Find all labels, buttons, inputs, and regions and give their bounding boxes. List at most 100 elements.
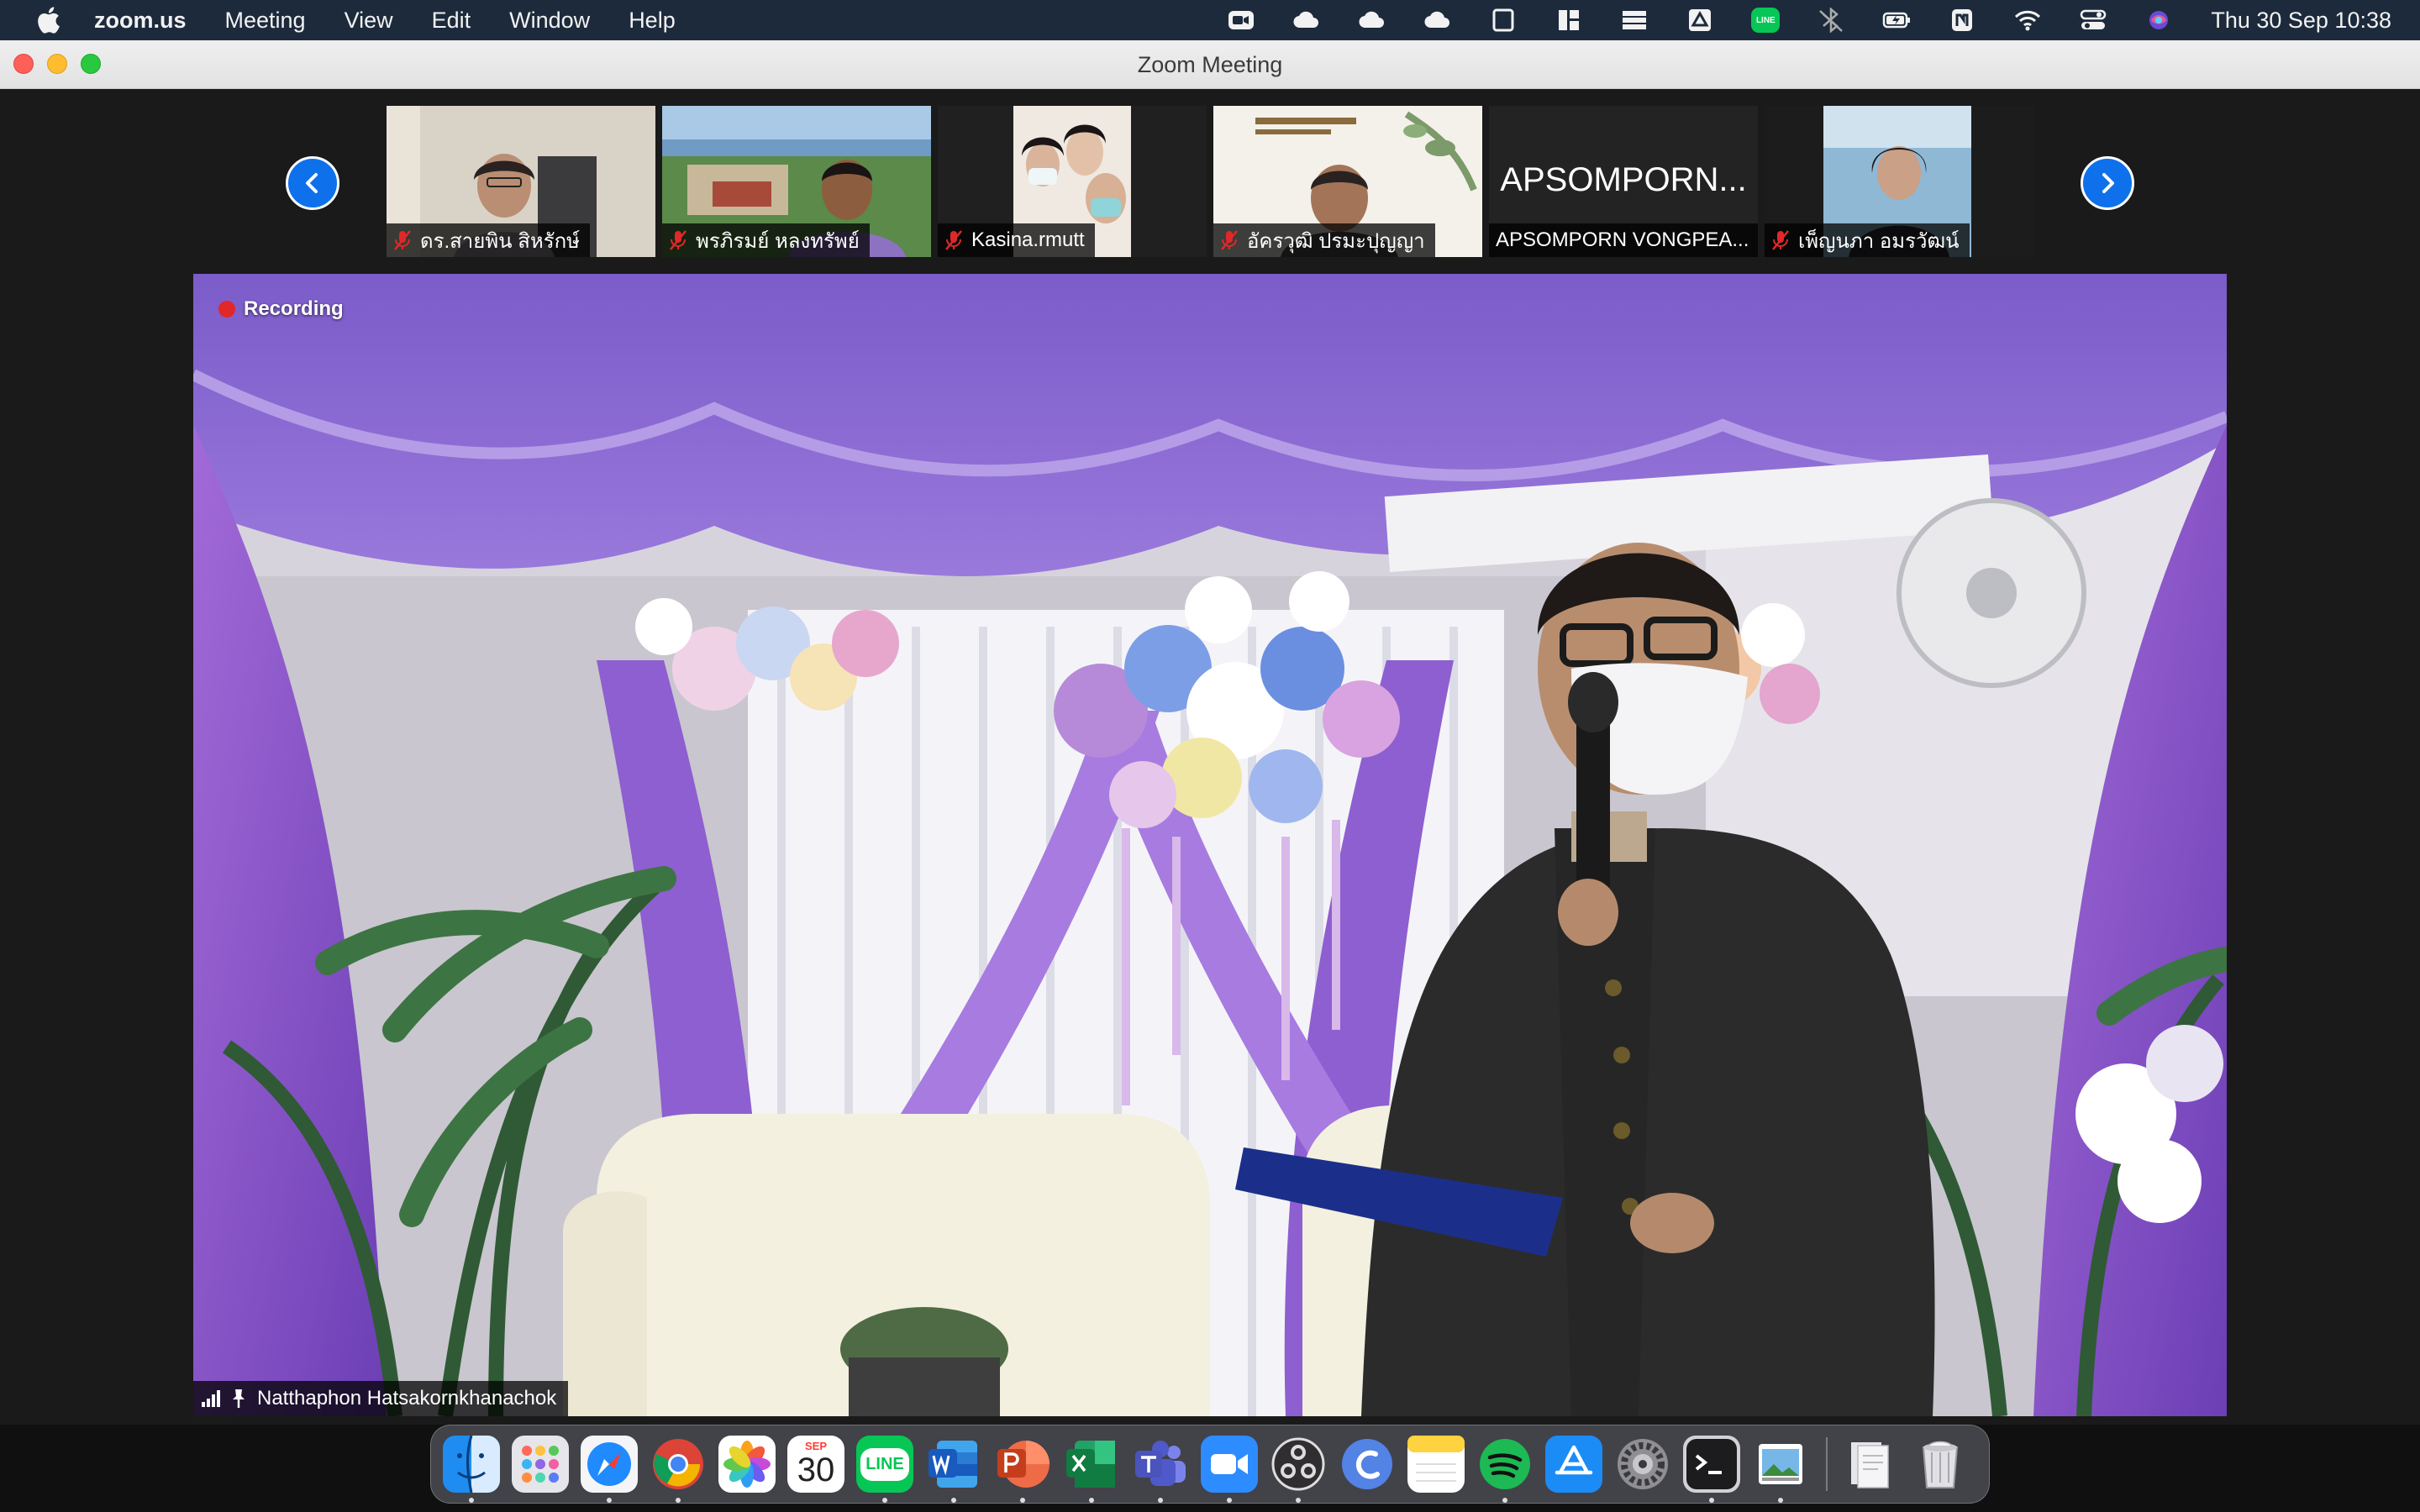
participant-label: พรภิรมย์ หลงทรัพย์ <box>662 223 870 257</box>
cloud-icon[interactable] <box>1423 7 1453 34</box>
dock-teams[interactable] <box>1132 1436 1189 1503</box>
dock-powerpoint[interactable] <box>994 1436 1051 1503</box>
window-titlebar: Zoom Meeting <box>0 40 2420 89</box>
window-icon[interactable] <box>1488 7 1518 34</box>
participant-name: อัครวุฒิ ปรมะปุญญา <box>1247 229 1425 253</box>
dock-launchpad[interactable] <box>512 1436 569 1493</box>
participant-tile[interactable]: อัครวุฒิ ปรมะปุญญา <box>1213 106 1482 257</box>
cloud-icon[interactable] <box>1292 7 1322 34</box>
recording-dot-icon <box>218 301 235 318</box>
chevron-left-icon <box>306 173 318 193</box>
participant-label: Kasina.rmutt <box>938 223 1095 257</box>
window-title: Zoom Meeting <box>1137 52 1283 77</box>
wifi-icon[interactable] <box>2012 7 2043 34</box>
dock-photos[interactable] <box>718 1436 776 1493</box>
dock-canva[interactable] <box>1339 1436 1396 1493</box>
pin-icon <box>233 1389 245 1408</box>
spotify-icon <box>1480 1439 1530 1489</box>
layout-grid-icon[interactable] <box>1554 7 1584 34</box>
recording-indicator[interactable]: Recording <box>218 297 344 321</box>
dock-line[interactable]: LINE <box>856 1436 913 1503</box>
menu-app-zoom[interactable]: zoom.us <box>94 8 187 34</box>
apple-icon[interactable] <box>35 6 60 34</box>
menu-meeting[interactable]: Meeting <box>225 8 306 34</box>
mic-muted-icon <box>1221 230 1238 250</box>
dock-terminal[interactable] <box>1683 1436 1740 1503</box>
participant-label: APSOMPORN VONGPEA... <box>1489 223 1758 257</box>
speaker-video-frame <box>193 274 2227 1416</box>
zoom-icon <box>1201 1436 1258 1493</box>
dock-chrome[interactable] <box>650 1436 707 1503</box>
meeting-content: ดร.สายพิน สิหรักษ์ พรภิรมย์ หลงทรัพย์ Ka… <box>0 89 2420 1425</box>
prev-page-button[interactable] <box>286 156 339 210</box>
bluetooth-off-icon[interactable] <box>1816 7 1846 34</box>
dock-notes[interactable] <box>1407 1436 1465 1493</box>
dock-downloads-stack[interactable] <box>1843 1436 1900 1493</box>
dock-word[interactable] <box>925 1436 982 1503</box>
participant-label: อัครวุฒิ ปรมะปุญญา <box>1213 223 1435 257</box>
app-store-icon <box>1545 1436 1602 1493</box>
dock: SEP 30 LINE <box>430 1425 1990 1504</box>
chevron-right-icon <box>2102 173 2114 193</box>
participant-name: เพ็ญนภา อมรวัฒน์ <box>1798 229 1960 253</box>
participant-tile[interactable]: Kasina.rmutt <box>938 106 1207 257</box>
participant-tile[interactable]: พรภิรมย์ หลงทรัพย์ <box>662 106 931 257</box>
participant-name: Kasina.rmutt <box>971 228 1085 251</box>
calendar-month: SEP <box>804 1440 827 1452</box>
menu-window[interactable]: Window <box>509 8 590 34</box>
dock-finder[interactable] <box>443 1436 500 1503</box>
drive-icon[interactable] <box>1685 7 1715 34</box>
app-n-icon[interactable] <box>1947 7 1977 34</box>
next-page-button[interactable] <box>2081 156 2134 210</box>
menu-bar: zoom.us Meeting View Edit Window Help LI… <box>0 0 2420 40</box>
dock-zoom[interactable] <box>1201 1436 1258 1503</box>
zoom-status-icon[interactable] <box>1226 7 1256 34</box>
participant-label: เพ็ญนภา อมรวัฒน์ <box>1765 223 1970 257</box>
dock-obs[interactable] <box>1270 1436 1327 1503</box>
dock-excel[interactable] <box>1063 1436 1120 1503</box>
dock-calendar[interactable]: SEP 30 <box>787 1436 844 1493</box>
participant-tile[interactable]: เพ็ญนภา อมรวัฒน์ <box>1765 106 2033 257</box>
mic-muted-icon <box>670 230 687 250</box>
signal-strength-icon <box>202 1390 220 1407</box>
dock-spotify[interactable] <box>1476 1436 1534 1503</box>
participant-display-name: APSOMPORN... <box>1500 161 1747 198</box>
participant-label: ดร.สายพิน สิหรักษ์ <box>387 223 590 257</box>
siri-icon[interactable] <box>2144 7 2174 34</box>
photos-icon <box>718 1436 776 1493</box>
launchpad-icon <box>512 1436 569 1493</box>
mic-muted-icon <box>1772 230 1789 250</box>
active-speaker-video[interactable]: Recording Natthaphon Hatsakornkhanachok <box>193 274 2227 1416</box>
stack-icon[interactable] <box>1619 7 1649 34</box>
document-stack-icon <box>1851 1442 1889 1488</box>
participant-tile[interactable]: ดร.สายพิน สิหรักษ์ <box>387 106 655 257</box>
cloud-icon[interactable] <box>1357 7 1387 34</box>
menu-edit[interactable]: Edit <box>432 8 471 34</box>
line-app-icon: LINE <box>860 1447 909 1481</box>
participant-tile[interactable]: APSOMPORN... APSOMPORN VONGPEA... <box>1489 106 1758 257</box>
dock-safari[interactable] <box>581 1436 638 1503</box>
word-icon <box>929 1441 977 1488</box>
preview-icon <box>1759 1444 1802 1484</box>
line-status-icon[interactable]: LINE <box>1750 7 1781 34</box>
participant-name: พรภิรมย์ หลงทรัพย์ <box>696 229 860 253</box>
mic-muted-icon <box>945 230 962 250</box>
dock-app-store[interactable] <box>1545 1436 1602 1493</box>
safari-icon <box>581 1436 638 1493</box>
participant-name: ดร.สายพิน สิหรักษ์ <box>420 229 580 253</box>
mic-muted-icon <box>394 230 411 250</box>
battery-icon[interactable] <box>1881 7 1912 34</box>
dock-separator <box>1826 1437 1828 1491</box>
control-center-icon[interactable] <box>2078 7 2108 34</box>
powerpoint-icon <box>997 1441 1050 1488</box>
participant-name: APSOMPORN VONGPEA... <box>1496 228 1749 251</box>
menu-view[interactable]: View <box>345 8 393 34</box>
dock-system-preferences[interactable] <box>1614 1436 1671 1493</box>
dock-preview[interactable] <box>1752 1436 1809 1503</box>
speaker-label: Natthaphon Hatsakornkhanachok <box>193 1381 569 1416</box>
finder-icon <box>443 1436 500 1493</box>
menu-help[interactable]: Help <box>629 8 676 34</box>
dock-trash[interactable] <box>1912 1436 1969 1493</box>
chrome-icon <box>653 1439 703 1489</box>
menubar-clock[interactable]: Thu 30 Sep 10:38 <box>2211 8 2391 34</box>
